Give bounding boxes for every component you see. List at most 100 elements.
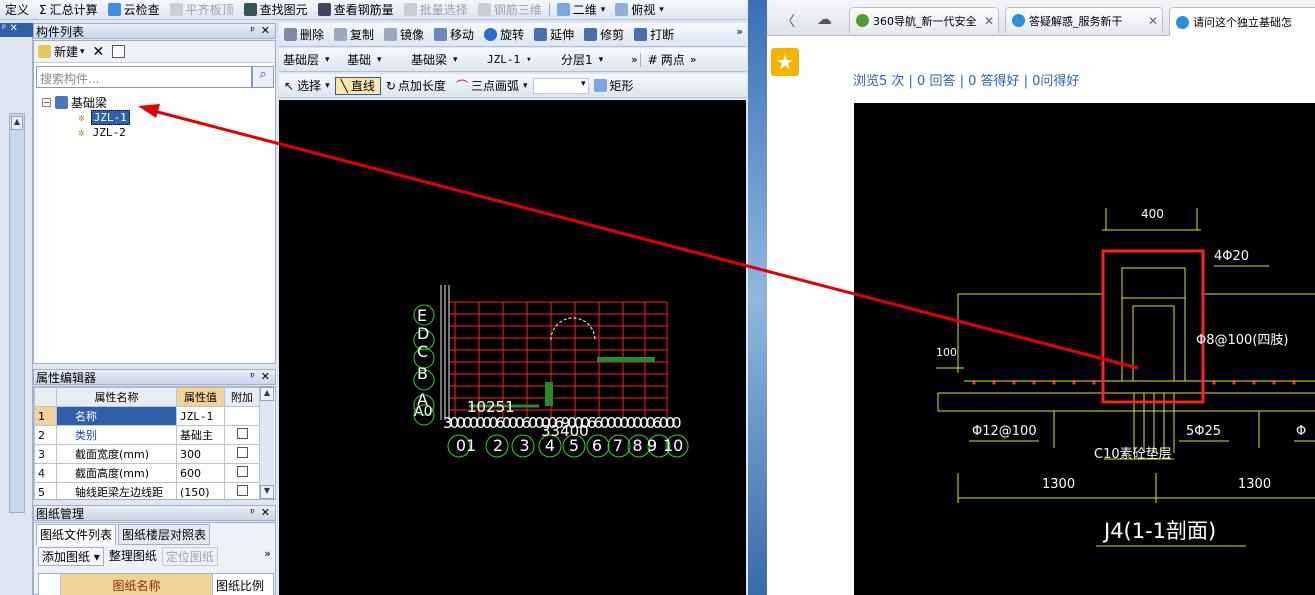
add-drawing-button[interactable]: 添加图纸 ▾ [38,547,104,566]
label-side-rebar: 5Φ25 [1186,424,1222,439]
rebar-3d-button[interactable]: 钢筋三维 [473,1,547,19]
sublayer-dropdown[interactable]: 分层1 [557,52,629,68]
point-length-button[interactable]: ↻ 点加长度 [381,77,451,95]
browser-tab-3-active[interactable]: 请问这个独立基础怎 [1169,7,1315,36]
close-icon[interactable]: ✕ [261,370,270,383]
component-icon: ✲ [78,126,85,139]
col-header-drawing-name: 图纸名称 [61,574,213,595]
tree-item-jzl-2[interactable]: ✲ JZL-2 [78,126,128,139]
component-search-input[interactable]: 搜索构件... [36,66,252,88]
more-icon[interactable]: » [736,25,743,38]
two-points-button[interactable]: # 两点 [643,51,690,69]
tree-root-node[interactable]: − 基础梁 [42,94,107,111]
rebar-icon [317,3,331,16]
extend-button[interactable]: 延伸 [529,26,579,44]
three-point-arc-button[interactable]: ⌒ 三点画弧 ▾ [451,77,533,95]
new-icon [38,45,51,58]
delete-button[interactable]: 删除 [279,26,329,44]
summary-calc-button[interactable]: Σ 汇总计算 [34,1,103,19]
cad-grid-svg [413,285,689,458]
label-cushion: C10素砼垫层 [1094,447,1172,462]
select-button[interactable]: ↖ 选择 ▾ [279,77,335,95]
label-stirrup: Φ8@100(四肢) [1196,333,1289,348]
floor-dropdown[interactable]: 基础层 [279,52,343,68]
browser-tab-2[interactable]: 答疑解惑_服务新干 ✕ [1005,7,1163,33]
beam-element[interactable] [597,357,655,362]
copy-button[interactable]: 复制 [329,26,379,44]
window-gap [748,0,767,595]
batch-icon [403,3,417,16]
trim-button[interactable]: 修剪 [579,26,629,44]
trim-icon [584,28,598,41]
tab-drawing-files[interactable]: 图纸文件列表 [36,524,117,545]
view-2d-dropdown[interactable]: 二维 ▾ [552,1,611,19]
question-image[interactable]: 400 4Φ20 Φ8@100(四肢) 100 Φ12@100 5Φ25 Φ C… [854,103,1315,595]
find-element-button[interactable]: 查找图元 [239,1,313,19]
locate-drawing-button[interactable]: 定位图纸 [161,547,218,566]
tab-floor-mapping[interactable]: 图纸楼层对照表 [118,524,211,545]
close-icon[interactable]: ✕ [261,506,270,519]
back-icon[interactable]: 〈 [781,11,795,31]
close-icon[interactable]: ✕ [261,24,270,37]
collapse-icon[interactable]: − [42,98,51,107]
rectangle-button[interactable]: 矩形 [589,77,639,95]
copy-component-icon[interactable] [112,45,126,58]
cloud-check-icon [107,3,121,16]
collapsed-panel-tab[interactable]: ᵖ ✕ [0,23,33,37]
cube-icon [615,3,629,16]
sigma-icon: Σ [39,2,47,17]
category-dropdown[interactable]: 基础 [343,52,407,68]
batch-select-button[interactable]: 批量选择 [399,1,473,19]
pin-icon[interactable]: ᵖ [250,506,255,519]
new-component-button[interactable]: 新建 ▾ [38,43,85,60]
arc-element[interactable] [550,317,596,341]
property-row[interactable]: 4 截面高度(mm) 600 [34,463,260,483]
close-tab-icon[interactable]: ✕ [1148,14,1158,28]
align-slab-top-button[interactable]: 平齐板顶 [165,1,239,19]
property-row[interactable]: 2 类别 基础主 [34,425,260,445]
pin-icon[interactable]: ᵖ [250,370,255,383]
extra-checkbox[interactable] [236,447,248,458]
move-button[interactable]: 移动 [429,26,479,44]
arc-option-dropdown[interactable]: ▾ [532,77,589,94]
define-button[interactable]: 定义 [0,1,34,19]
close-tab-icon[interactable]: ✕ [984,14,994,28]
edit-toolbar: 删除 复制 镜像 移动 旋转 延伸 修剪 打断 » [279,23,747,47]
cloud-icon[interactable]: ☁ [817,10,832,28]
extra-checkbox[interactable] [236,428,248,439]
more-icon[interactable]: » [690,53,697,66]
ie-icon [1012,14,1025,27]
property-row[interactable]: 1 名称 JZL-1 [34,406,260,426]
organize-drawing-button[interactable]: 整理图纸 [108,547,158,566]
axis-icon: # [647,52,658,67]
top-view-dropdown[interactable]: 俯视 ▾ [610,1,669,19]
mirror-button[interactable]: 镜像 [379,26,429,44]
view-rebar-button[interactable]: 查看钢筋量 [313,1,399,19]
pin-icon[interactable]: ᵖ [250,24,255,37]
more-icon[interactable]: » [264,547,271,560]
property-scrollbar[interactable]: ▲ ▼ [259,387,274,499]
left-scrollbar[interactable]: ▲ [9,113,25,513]
extra-checkbox[interactable] [236,466,248,477]
extra-checkbox[interactable] [236,485,248,496]
search-icon[interactable]: ⌕ [252,66,274,88]
layer-toolbar: 基础层 基础 基础梁 JZL-1 分层1 » #两点 » [279,48,747,72]
property-row[interactable]: 3 截面宽度(mm) 300 [34,444,260,464]
delete-component-icon[interactable]: ✕ [93,44,105,60]
cloud-check-button[interactable]: 云检查 [103,1,165,19]
line-button[interactable]: ╲ 直线 [334,76,381,95]
break-button[interactable]: 打断 [629,26,679,44]
col-header-value: 属性值 [176,387,225,407]
favorite-star-icon[interactable]: ★ [771,48,799,76]
browser-tab-1[interactable]: 360导航_新一代安全 ✕ [849,7,999,33]
rotate-button[interactable]: 旋转 [479,26,529,44]
beam-group-icon [55,96,68,109]
property-row[interactable]: 5 轴线距梁左边线距 (150) [34,482,260,499]
tree-item-jzl-1[interactable]: ✲ JZL-1 [78,110,130,125]
column-element[interactable] [545,382,553,406]
col-header-drawing-scale: 图纸比例 [216,579,265,593]
type-dropdown[interactable]: 基础梁 [407,52,483,68]
align-icon [169,3,183,16]
component-dropdown[interactable]: JZL-1 [483,52,557,68]
cad-drawing-canvas[interactable]: E D C B A A0 10251 300000006000600006900… [279,100,746,595]
